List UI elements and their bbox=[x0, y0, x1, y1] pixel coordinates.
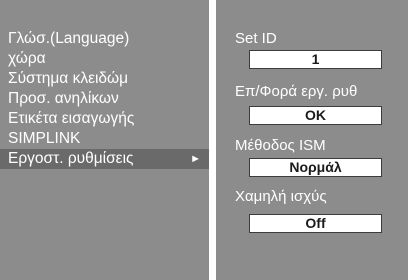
tv-settings-menu: Γλώσ.(Language) χώρα Σύστημα κλειδώμ Προ… bbox=[0, 0, 408, 280]
set-id-label: Set ID bbox=[235, 30, 277, 47]
menu-item-label: SIMPLINK bbox=[8, 130, 81, 147]
menu-item-label: Γλώσ.(Language) bbox=[8, 30, 130, 47]
set-id-value[interactable]: 1 bbox=[249, 50, 382, 69]
menu-item-language[interactable]: Γλώσ.(Language) bbox=[0, 29, 209, 49]
menu-item-simplink[interactable]: SIMPLINK bbox=[0, 129, 209, 149]
menu-panel: Γλώσ.(Language) χώρα Σύστημα κλειδώμ Προ… bbox=[0, 0, 209, 280]
panel-divider bbox=[209, 0, 216, 280]
menu-item-label: Εργοστ. ρυθμίσεις bbox=[8, 150, 134, 167]
ism-method-label: Μέθοδος ISM bbox=[235, 137, 326, 154]
menu-item-label: Ετικέτα εισαγωγής bbox=[8, 110, 135, 127]
right-triangle-icon: ► bbox=[190, 153, 201, 165]
menu-item-lock-system[interactable]: Σύστημα κλειδώμ bbox=[0, 69, 209, 89]
low-power-value[interactable]: Off bbox=[249, 214, 382, 233]
menu-item-input-label[interactable]: Ετικέτα εισαγωγής bbox=[0, 109, 209, 129]
factory-setup-ok-button[interactable]: OK bbox=[249, 106, 382, 125]
menu-item-label: χώρα bbox=[8, 50, 46, 67]
menu-item-factory-settings[interactable]: Εργοστ. ρυθμίσεις ► bbox=[0, 149, 209, 169]
menu-item-label: Σύστημα κλειδώμ bbox=[8, 70, 129, 87]
low-power-label: Χαμηλή ισχύς bbox=[235, 188, 327, 205]
factory-setup-label: Επ/Φορά εργ. ρυθ bbox=[235, 83, 358, 100]
menu-item-country[interactable]: χώρα bbox=[0, 49, 209, 69]
menu-item-label: Προσ. ανηλίκων bbox=[8, 90, 119, 107]
menu-item-parental-guidance[interactable]: Προσ. ανηλίκων bbox=[0, 89, 209, 109]
settings-panel: Set ID 1 Επ/Φορά εργ. ρυθ OK Μέθοδος ISM… bbox=[216, 0, 408, 280]
ism-method-value[interactable]: Νορμάλ bbox=[249, 158, 382, 177]
menu-list: Γλώσ.(Language) χώρα Σύστημα κλειδώμ Προ… bbox=[0, 29, 209, 169]
